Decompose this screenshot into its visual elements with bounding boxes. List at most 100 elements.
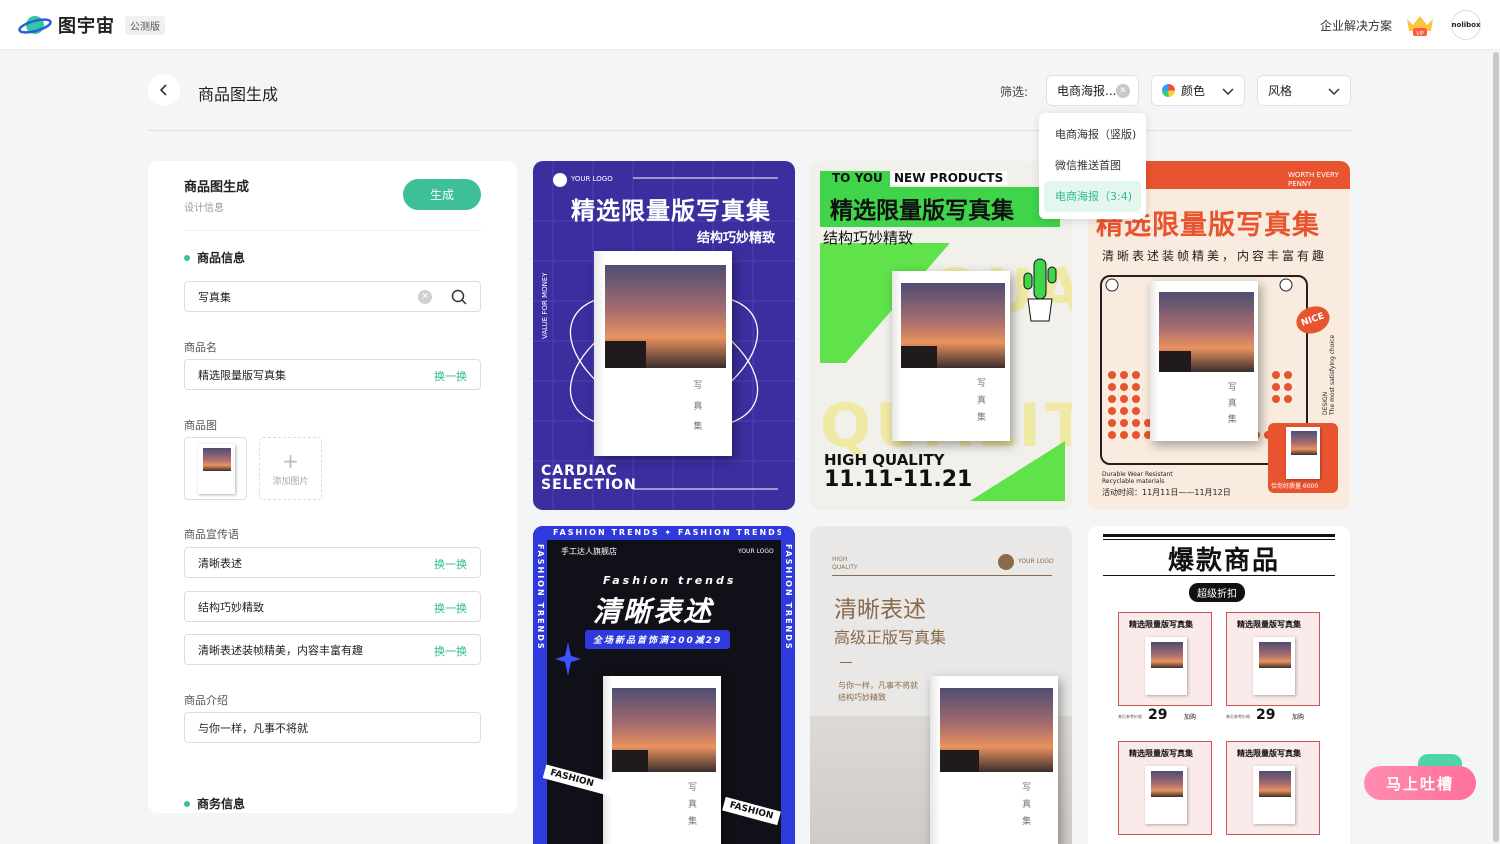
slogan-label: 商品宣传语 bbox=[184, 528, 239, 541]
ribbon-text: FASHION bbox=[722, 796, 781, 826]
top-bar: 图宇宙 公测版 企业解决方案 VIP nolibox bbox=[0, 0, 1500, 50]
scrollbar-thumb[interactable] bbox=[1493, 52, 1499, 842]
add-image-label: 添加图片 bbox=[272, 477, 309, 487]
dropdown-option-selected[interactable]: 电商海报（3:4) bbox=[1044, 181, 1141, 212]
bottom-text-2: SELECTION bbox=[541, 477, 637, 493]
color-filter-select[interactable]: 颜色 bbox=[1151, 75, 1245, 106]
template-card-1[interactable]: YOUR LOGO 精选限量版写真集 结构巧妙精致 VALUE FOR MONE… bbox=[533, 161, 795, 510]
design-subtext: The most satisfying choice bbox=[1329, 334, 1336, 415]
vip-crown-icon[interactable]: VIP bbox=[1405, 13, 1435, 37]
app-logo[interactable]: 图宇宙 公测版 bbox=[18, 12, 165, 38]
app-name: 图宇宙 bbox=[58, 16, 115, 37]
design-info-panel: 商品图生成 设计信息 生成 商品信息 写真集 ✕ 商品名 精选限量版写真集 换一… bbox=[148, 161, 517, 813]
dropdown-option[interactable]: 微信推送首图 bbox=[1044, 150, 1141, 181]
book-char: 真 bbox=[693, 401, 703, 412]
intro-field[interactable]: 与你一样，凡事不将就 bbox=[184, 712, 481, 743]
panel-subtitle: 设计信息 bbox=[184, 203, 224, 214]
price: 29 bbox=[1256, 707, 1276, 723]
clear-icon[interactable]: ✕ bbox=[418, 290, 432, 304]
template-card-5[interactable]: HIGH QUALITY YOUR LOGO 清晰表述 高级正版写真集 与你一样… bbox=[810, 526, 1072, 844]
product-name-label: 商品名 bbox=[184, 341, 217, 354]
feedback-button[interactable]: 马上吐槽 bbox=[1364, 766, 1476, 800]
product-book: 写 真 集 bbox=[594, 251, 732, 456]
clear-icon[interactable]: ✕ bbox=[1116, 84, 1130, 98]
template-card-6[interactable]: 爆款商品 超级折扣 精选限量版写真集 券后参考价格 29 加购 精选限量版写真集… bbox=[1088, 526, 1350, 844]
event-date: 11.11-11.21 bbox=[824, 467, 973, 492]
promo-text: 全场新品首饰满200减29 bbox=[585, 630, 731, 649]
type-filter-value: 电商海报... bbox=[1057, 84, 1117, 98]
tile-name: 精选限量版写真集 bbox=[1237, 620, 1301, 629]
type-filter-dropdown: 电商海报（竖版) 微信推送首图 电商海报（3:4) bbox=[1039, 113, 1146, 219]
chevron-down-icon bbox=[1328, 88, 1340, 96]
book-char: 真 bbox=[1227, 399, 1237, 410]
card-logo: YOUR LOGO bbox=[571, 175, 613, 183]
swap-button[interactable]: 换一换 bbox=[434, 643, 467, 659]
search-icon[interactable] bbox=[451, 289, 467, 305]
discount-badge: 超级折扣 bbox=[1189, 583, 1245, 602]
book-char: 集 bbox=[693, 422, 703, 433]
slogan-field-1[interactable]: 清晰表述 换一换 bbox=[184, 547, 481, 578]
logo-icon bbox=[553, 173, 567, 187]
worth-text: WORTH EVERY PENNY bbox=[1288, 171, 1339, 188]
style-filter-select[interactable]: 风格 bbox=[1257, 75, 1351, 106]
slogan-field-3[interactable]: 清晰表述装帧精美，内容丰富有趣 换一换 bbox=[184, 634, 481, 665]
header-divider bbox=[148, 130, 1352, 131]
short-rule bbox=[840, 662, 852, 663]
product-image-label: 商品图 bbox=[184, 419, 217, 432]
swap-button[interactable]: 换一换 bbox=[434, 600, 467, 616]
add-image-button[interactable]: + 添加图片 bbox=[259, 437, 322, 500]
script-text: Fashion trends bbox=[603, 574, 737, 587]
product-tile: 精选限量版写真集 bbox=[1118, 612, 1212, 706]
add-cart-button[interactable]: 加购 bbox=[1184, 712, 1196, 721]
section-label: 商品信息 bbox=[197, 251, 246, 265]
panel-divider bbox=[184, 230, 481, 231]
user-avatar[interactable]: nolibox bbox=[1451, 10, 1481, 40]
product-search-input[interactable]: 写真集 ✕ bbox=[184, 281, 481, 312]
logo-icon bbox=[998, 554, 1014, 570]
slogan-field-2[interactable]: 结构巧妙精致 换一换 bbox=[184, 591, 481, 622]
card-title: 精选限量版写真集 bbox=[830, 198, 1014, 224]
add-cart-button[interactable]: 加购 bbox=[1292, 712, 1304, 721]
book-char: 写 bbox=[687, 783, 697, 794]
product-tile: 精选限量版写真集 bbox=[1226, 741, 1320, 835]
template-card-2[interactable]: QUALITY QUALITY TO YOU NEW PRODUCTS 精选限量… bbox=[810, 161, 1072, 510]
template-card-4[interactable]: FASHION TRENDS ✦ FASHION TRENDS ✦ FASHIO… bbox=[533, 526, 795, 844]
card-subtitle: 高级正版写真集 bbox=[834, 628, 947, 647]
dropdown-option[interactable]: 电商海报（竖版) bbox=[1044, 119, 1141, 150]
swap-button[interactable]: 换一换 bbox=[434, 556, 467, 572]
chevron-left-icon bbox=[159, 84, 167, 96]
product-name-field[interactable]: 精选限量版写真集 换一换 bbox=[184, 359, 481, 390]
product-image-thumbnail[interactable] bbox=[184, 437, 247, 500]
body-line-2: 结构巧妙精致 bbox=[838, 693, 886, 702]
page-title: 商品图生成 bbox=[198, 85, 279, 104]
side-text: VALUE FOR MONEY bbox=[541, 272, 549, 339]
book-thumbnail bbox=[198, 444, 235, 494]
price-note: 券后参考价格 bbox=[1118, 714, 1142, 719]
card-logo: YOUR LOGO bbox=[1018, 558, 1054, 565]
type-filter-select[interactable]: 电商海报... ✕ bbox=[1046, 75, 1139, 106]
intro-label: 商品介绍 bbox=[184, 694, 228, 707]
product-book: 写 真 集 bbox=[1150, 281, 1258, 441]
style-filter-label: 风格 bbox=[1268, 84, 1293, 98]
book-char: 集 bbox=[687, 816, 697, 827]
beta-badge: 公测版 bbox=[125, 15, 165, 35]
book-char: 真 bbox=[1022, 799, 1032, 810]
section-dot bbox=[184, 254, 190, 261]
plus-icon: + bbox=[282, 449, 299, 473]
band-text: FASHION TRENDS ✦ FASHION TRENDS ✦ bbox=[553, 528, 795, 537]
card-title: 精选限量版写真集 bbox=[571, 197, 771, 225]
enterprise-solutions-link[interactable]: 企业解决方案 bbox=[1320, 17, 1392, 34]
activity-time: 活动时间：11月11日——11月12日 bbox=[1102, 488, 1231, 497]
body-line-1: 与你一样，凡事不将就 bbox=[838, 681, 918, 690]
book-char: 真 bbox=[687, 799, 697, 810]
card-subtitle: 清晰表述装帧精美，内容丰富有趣 bbox=[1102, 249, 1328, 263]
mini-poster: 恰你好质量 6000 bbox=[1268, 423, 1338, 493]
generate-button[interactable]: 生成 bbox=[403, 179, 481, 210]
page-scrollbar[interactable] bbox=[1492, 50, 1500, 844]
planet-logo-icon bbox=[18, 16, 52, 34]
back-button[interactable] bbox=[148, 74, 180, 106]
top-rule bbox=[1103, 534, 1335, 537]
swap-button[interactable]: 换一换 bbox=[434, 368, 467, 384]
book-char: 集 bbox=[976, 413, 986, 424]
cactus-icon bbox=[1023, 258, 1057, 322]
